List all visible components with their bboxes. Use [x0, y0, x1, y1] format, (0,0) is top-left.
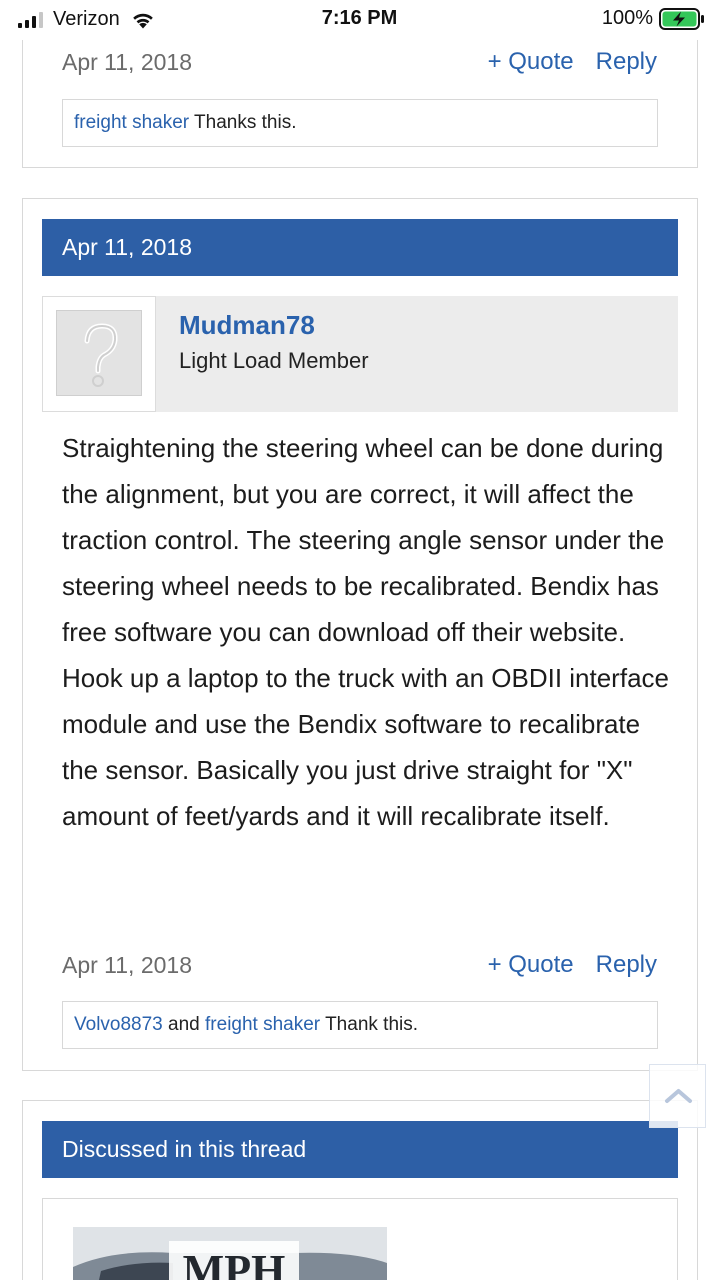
liker-link[interactable]: Volvo8873: [74, 1014, 163, 1035]
author-name-link[interactable]: Mudman78: [179, 310, 315, 341]
scroll-to-top-button[interactable]: [649, 1064, 706, 1128]
author-title: Light Load Member: [179, 348, 369, 373]
quote-button[interactable]: + Quote: [488, 48, 574, 76]
likes-summary: Volvo8873 and freight shaker Thank this.: [62, 1001, 658, 1049]
battery-percent: 100%: [601, 7, 653, 29]
liker-link[interactable]: freight shaker: [205, 1014, 320, 1035]
post-actions: + Quote Reply: [488, 48, 657, 76]
thumbnail-logo-text: MPH: [183, 1246, 286, 1280]
post-actions: + Quote Reply: [488, 951, 657, 979]
post-card: Apr 11, 2018 Mudman78 Light Load Member …: [22, 198, 698, 1071]
discussed-item[interactable]: MPH: [42, 1198, 678, 1280]
post-date: Apr 11, 2018: [62, 952, 193, 978]
likes-summary: freight shaker Thanks this.: [62, 99, 658, 147]
quote-button[interactable]: + Quote: [488, 951, 574, 979]
status-right: 100%: [602, 7, 705, 30]
likes-suffix: Thanks this.: [189, 112, 297, 133]
post-date-header: Apr 11, 2018: [42, 219, 678, 276]
reply-button[interactable]: Reply: [596, 48, 657, 76]
post-body-text: Straightening the steering wheel can be …: [62, 433, 669, 831]
likes-connector: and: [162, 1014, 206, 1035]
avatar[interactable]: [42, 296, 156, 412]
battery-charging-icon: [659, 7, 704, 30]
post-date: Apr 11, 2018: [62, 49, 193, 75]
thread-thumbnail[interactable]: MPH: [73, 1227, 387, 1280]
liker-link[interactable]: freight shaker: [74, 112, 189, 133]
reply-button[interactable]: Reply: [596, 951, 657, 979]
likes-suffix: Thank this.: [320, 1014, 419, 1035]
chevron-up-icon: [665, 1089, 692, 1103]
discussed-card: Discussed in this thread MPH: [22, 1100, 698, 1280]
status-bar: Verizon 7:16 PM 100%: [0, 0, 719, 40]
author-block: Mudman78 Light Load Member: [42, 296, 678, 412]
default-avatar-icon: [56, 310, 142, 396]
discussed-header: Discussed in this thread: [42, 1121, 678, 1178]
